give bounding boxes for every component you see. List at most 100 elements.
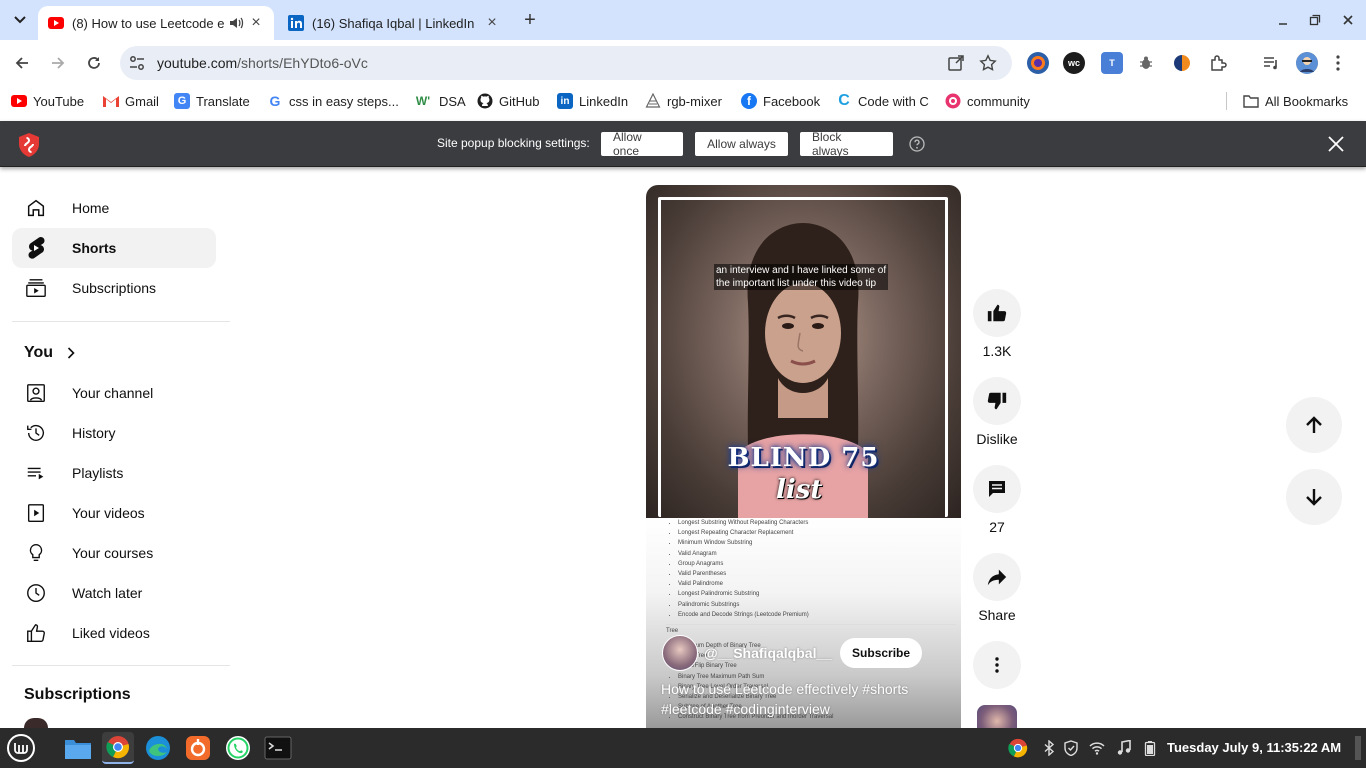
folder-icon [1243,93,1259,109]
reload-button[interactable] [81,50,107,76]
clock[interactable]: Tuesday July 9, 11:35:22 AM [1167,740,1341,755]
music-icon[interactable] [1116,740,1132,756]
open-in-app-icon[interactable] [947,54,965,72]
terminal-app-icon[interactable] [262,732,294,764]
channel-name[interactable]: @__Shafiqalqbal__ [704,645,832,661]
sidebar-item-your-courses[interactable]: Your courses [12,533,216,573]
bookmark-gmail[interactable]: Gmail [103,92,159,110]
block-always-button[interactable]: Block always [800,130,893,158]
dislike-button[interactable] [973,377,1021,425]
sound-thumbnail[interactable] [977,705,1017,728]
start-menu-icon[interactable] [5,732,37,764]
bookmark-youtube[interactable]: YouTube [11,92,84,110]
sidebar-item-playlists[interactable]: Playlists [12,453,216,493]
bookmark-linkedin[interactable]: in LinkedIn [557,92,628,110]
bluetooth-icon[interactable] [1041,740,1057,756]
allow-always-button[interactable]: Allow always [695,132,788,156]
bookmark-css[interactable]: G css in easy steps... [267,92,399,110]
comment-icon [989,481,1005,497]
whatsapp-app-icon[interactable] [222,732,254,764]
bookmark-dsa[interactable]: W' DSA [413,92,466,110]
more-options-button[interactable] [973,641,1021,689]
extension-translate-icon[interactable]: T [1101,52,1123,74]
app-orange-icon[interactable] [182,732,214,764]
minimize-icon[interactable] [1271,8,1295,32]
forward-button[interactable] [45,50,71,76]
dislike-action: Dislike [973,377,1021,447]
close-popup-bar-icon[interactable] [1326,134,1346,154]
extension-bug-icon[interactable] [1135,52,1157,74]
previous-short-button[interactable] [1286,397,1342,453]
video-frame[interactable]: an interview and I have linked some of t… [646,185,961,518]
next-short-button[interactable] [1286,469,1342,525]
sidebar-item-watch-later[interactable]: Watch later [12,573,216,613]
edge-app-icon[interactable] [142,732,174,764]
channel-avatar[interactable] [662,635,698,671]
sidebar-item-liked-videos[interactable]: Liked videos [12,613,216,653]
like-count: 1.3K [982,343,1012,359]
share-button[interactable] [973,553,1021,601]
new-tab-button[interactable]: + [518,8,542,32]
restore-icon[interactable] [1303,8,1327,32]
list-item: Longest Palindromic Substring [678,589,809,599]
all-bookmarks[interactable]: All Bookmarks [1243,92,1348,110]
bookmark-github[interactable]: GitHub [477,92,539,110]
bookmark-rgb-mixer[interactable]: rgb-mixer [645,92,722,110]
tab-search-button[interactable] [8,8,32,32]
rgb-mixer-icon [645,93,661,109]
sidebar-you-heading[interactable]: You [24,344,75,362]
allow-once-button[interactable]: Allow once [601,130,683,158]
close-tab-icon[interactable]: × [248,14,264,31]
wifi-icon[interactable] [1089,740,1105,756]
comments-button[interactable] [973,465,1021,513]
list-item: Longest Repeating Character Replacement [678,528,809,538]
bookmark-community[interactable]: community [945,92,1030,110]
extension-firefox-icon[interactable] [1027,52,1049,74]
tab-youtube[interactable]: (8) How to use Leetcode effectively #sho… [38,6,274,40]
arrow-right-icon [52,57,65,69]
chrome-app-icon[interactable] [102,732,134,764]
site-settings-icon[interactable] [128,54,146,72]
profile-avatar-icon[interactable] [1296,52,1318,74]
bookmark-translate[interactable]: G Translate [174,92,250,110]
chrome-menu-icon[interactable] [1327,52,1349,74]
list-item: Encode and Decode Strings (Leetcode Prem… [678,610,809,620]
list-item: Valid Parentheses [678,569,809,579]
bookmark-code-with-c[interactable]: C Code with C [836,92,929,110]
extension-half-circle-icon[interactable] [1171,52,1193,74]
subscribe-button[interactable]: Subscribe [840,638,923,668]
bookmark-star-icon[interactable] [979,54,997,72]
shield-icon[interactable] [1063,740,1079,756]
popup-label: Site popup blocking settings: [437,136,590,150]
close-window-icon[interactable] [1336,8,1360,32]
show-desktop-button[interactable] [1355,736,1361,760]
extension-wc-icon[interactable]: wc [1063,52,1085,74]
sidebar-item-history[interactable]: History [12,413,216,453]
community-icon [945,93,961,109]
chevron-right-icon [67,347,75,359]
speaker-icon[interactable] [228,15,244,31]
media-control-icon[interactable] [1260,52,1282,74]
sidebar-item-shorts[interactable]: Shorts [12,228,216,268]
sidebar-item-subscriptions[interactable]: Subscriptions [12,268,216,308]
like-button[interactable] [973,289,1021,337]
back-button[interactable] [9,50,35,76]
subscription-avatar[interactable] [24,718,48,728]
share-label: Share [978,607,1016,623]
close-tab-icon[interactable]: × [484,14,500,31]
shorts-player[interactable]: an interview and I have linked some of t… [646,185,961,728]
address-bar[interactable]: youtube.com/shorts/EhYDto6-oVc [120,46,1012,80]
chrome-tray-icon[interactable] [1008,738,1028,758]
tab-title: (16) Shafiqa Iqbal | LinkedIn [312,15,475,31]
battery-icon[interactable] [1142,740,1158,756]
sidebar-item-your-videos[interactable]: Your videos [12,493,216,533]
sidebar-item-home[interactable]: Home [12,188,216,228]
extensions-puzzle-icon[interactable] [1207,52,1229,74]
help-icon[interactable] [909,136,925,152]
files-app-icon[interactable] [62,732,94,764]
tab-linkedin[interactable]: (16) Shafiqa Iqbal | LinkedIn × [278,6,510,40]
bookmark-facebook[interactable]: f Facebook [741,92,820,110]
home-icon [24,196,48,220]
sidebar-item-your-channel[interactable]: Your channel [12,373,216,413]
short-title[interactable]: How to use Leetcode effectively #shorts … [661,679,951,719]
